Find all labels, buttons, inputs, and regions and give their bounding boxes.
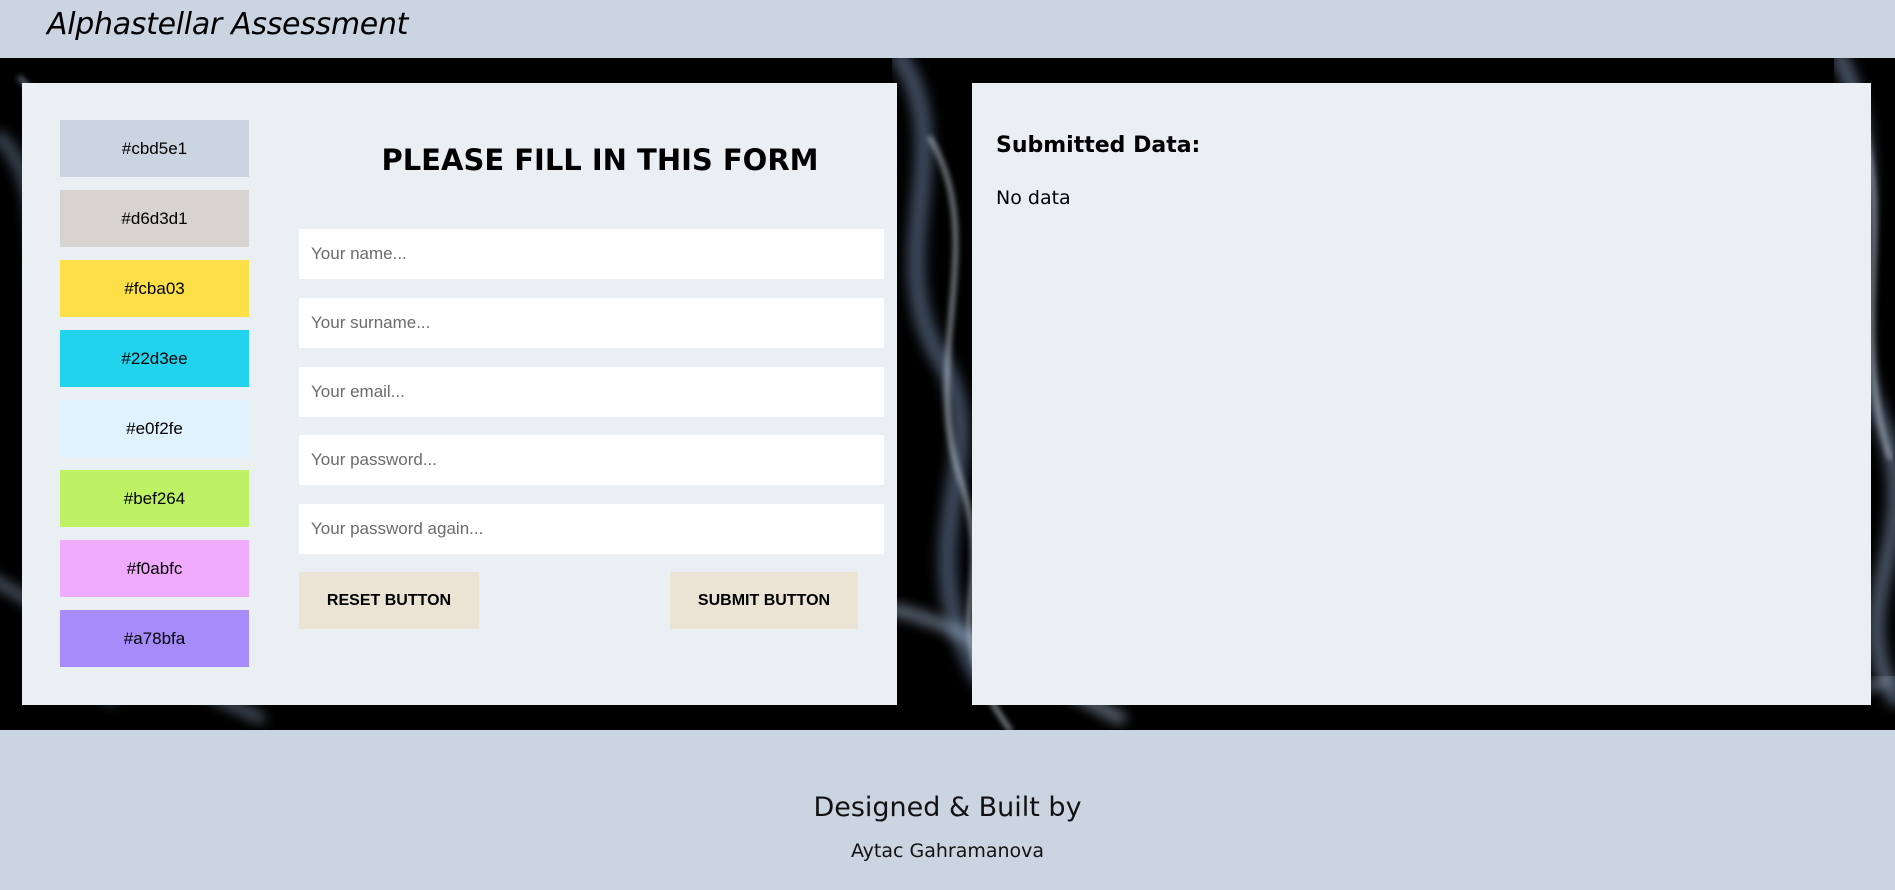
main-stage: #cbd5e1 #d6d3d1 #fcba03 #22d3ee #e0f2fe … [0,58,1895,730]
name-input[interactable] [299,229,884,279]
color-swatch[interactable]: #e0f2fe [60,400,249,457]
app-title: Alphastellar Assessment [47,7,409,42]
color-swatch[interactable]: #f0abfc [60,540,249,597]
color-swatch[interactable]: #bef264 [60,470,249,527]
password-again-input[interactable] [299,504,884,554]
submitted-data-panel: Submitted Data: No data [972,83,1871,705]
color-swatch[interactable]: #d6d3d1 [60,190,249,247]
color-swatch[interactable]: #22d3ee [60,330,249,387]
password-input[interactable] [299,435,884,485]
color-swatch[interactable]: #cbd5e1 [60,120,249,177]
footer-credit-line: Designed & Built by [813,792,1082,823]
form-title: PLEASE FILL IN THIS FORM [381,143,819,177]
submitted-data-body: No data [996,187,1071,209]
color-swatch[interactable]: #a78bfa [60,610,249,667]
submitted-data-heading: Submitted Data: [996,133,1201,158]
form-panel: #cbd5e1 #d6d3d1 #fcba03 #22d3ee #e0f2fe … [22,83,897,705]
footer: Designed & Built by Aytac Gahramanova [0,730,1895,890]
reset-button[interactable]: RESET BUTTON [299,572,479,629]
submit-button[interactable]: SUBMIT BUTTON [670,572,858,629]
color-swatch[interactable]: #fcba03 [60,260,249,317]
header-bar: Alphastellar Assessment [0,0,1895,58]
email-input[interactable] [299,367,884,417]
footer-author-name: Aytac Gahramanova [850,840,1045,862]
color-palette: #cbd5e1 #d6d3d1 #fcba03 #22d3ee #e0f2fe … [60,120,249,680]
surname-input[interactable] [299,298,884,348]
